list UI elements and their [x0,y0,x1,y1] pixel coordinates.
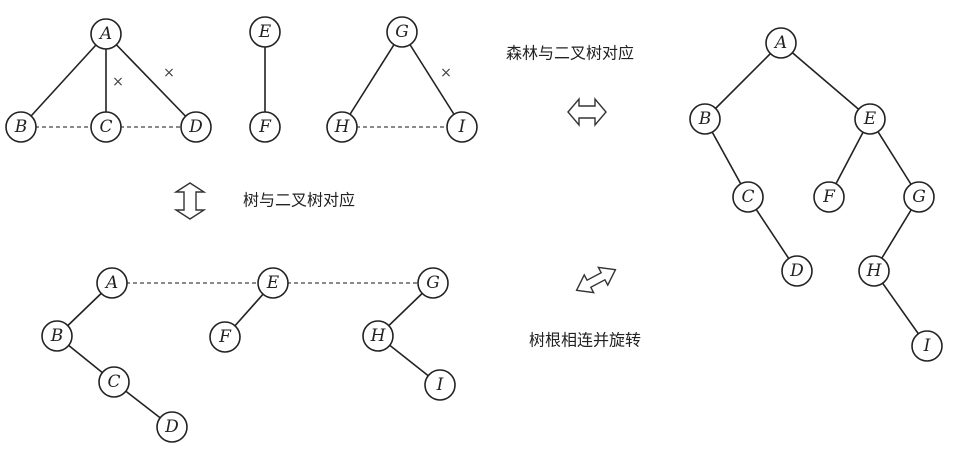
svg-text:E: E [863,109,877,129]
svg-text:I: I [436,375,444,395]
svg-text:C: C [107,372,120,392]
svg-text:H: H [370,326,387,346]
diagonal-double-arrow-icon [575,266,617,294]
forest-node-i: I [446,111,478,143]
final-node-g: G [903,181,935,213]
forest-node-b: B [5,111,37,143]
svg-text:D: D [789,261,804,281]
svg-text:I: I [923,336,931,356]
label-forest-to-binary: 森林与二叉树对应 [506,44,634,63]
final-node-e: E [854,103,886,135]
forest-binary-tree-diagram: × × A B C D E F × G H I 树与二叉树对应 A B C D [5,16,943,443]
svg-text:B: B [698,109,712,129]
horizontal-double-arrow-icon [567,97,607,127]
final-node-c: C [732,181,764,213]
svg-text:G: G [395,22,409,42]
svg-text:D: D [164,417,179,437]
vertical-double-arrow-icon [173,182,207,220]
forest-node-c: C [90,111,122,143]
cross-mark-g-i: × [440,65,452,81]
final-node-b: B [689,103,721,135]
edge-final-a-e [780,42,871,120]
cross-mark-a-d: × [163,65,175,81]
svg-text:D: D [188,117,203,137]
cross-mark-a-c: × [112,74,124,90]
svg-text:C: C [741,187,754,207]
final-node-a: A [765,27,797,59]
converted-node-e: E [257,267,289,299]
converted-node-b: B [41,320,73,352]
converted-node-i: I [424,369,456,401]
svg-text:H: H [866,261,883,281]
svg-text:G: G [426,273,440,293]
edge-a-b [20,33,107,128]
forest-node-d: D [180,111,212,143]
forest-node-e: E [249,16,281,48]
svg-text:F: F [218,327,232,347]
forest-node-g: G [386,16,418,48]
converted-node-h: H [362,320,394,352]
svg-text:E: E [266,273,280,293]
svg-text:B: B [14,117,28,137]
label-connect-and-rotate: 树根相连并旋转 [529,331,641,350]
svg-text:C: C [99,117,112,137]
converted-node-d: D [156,411,188,443]
converted-node-g: G [417,267,449,299]
final-node-h: H [858,255,890,287]
forest-node-a: A [90,18,122,50]
edge-final-a-b [704,42,782,120]
svg-text:A: A [104,273,118,293]
svg-text:G: G [912,187,926,207]
converted-binary-trees: A B C D E F G H I [41,267,456,443]
forest-node-f: F [249,111,281,143]
edge-g-h [341,31,403,128]
final-node-d: D [781,255,813,287]
converted-node-a: A [96,267,128,299]
final-node-i: I [911,330,943,362]
svg-text:A: A [98,24,112,44]
svg-text:E: E [258,22,272,42]
svg-text:B: B [50,326,64,346]
converted-node-f: F [209,321,241,353]
svg-text:A: A [773,33,787,53]
converted-node-c: C [98,366,130,398]
forest-original: × × A B C D E F × G H I [5,16,478,143]
final-node-f: F [813,181,845,213]
svg-text:F: F [258,117,272,137]
final-binary-tree: A B E C F G D H I [689,27,943,362]
forest-node-h: H [326,111,358,143]
svg-text:I: I [458,117,466,137]
svg-text:F: F [822,187,836,207]
svg-text:H: H [334,117,351,137]
edge-g-i [401,31,463,128]
label-tree-to-binary: 树与二叉树对应 [243,191,355,210]
